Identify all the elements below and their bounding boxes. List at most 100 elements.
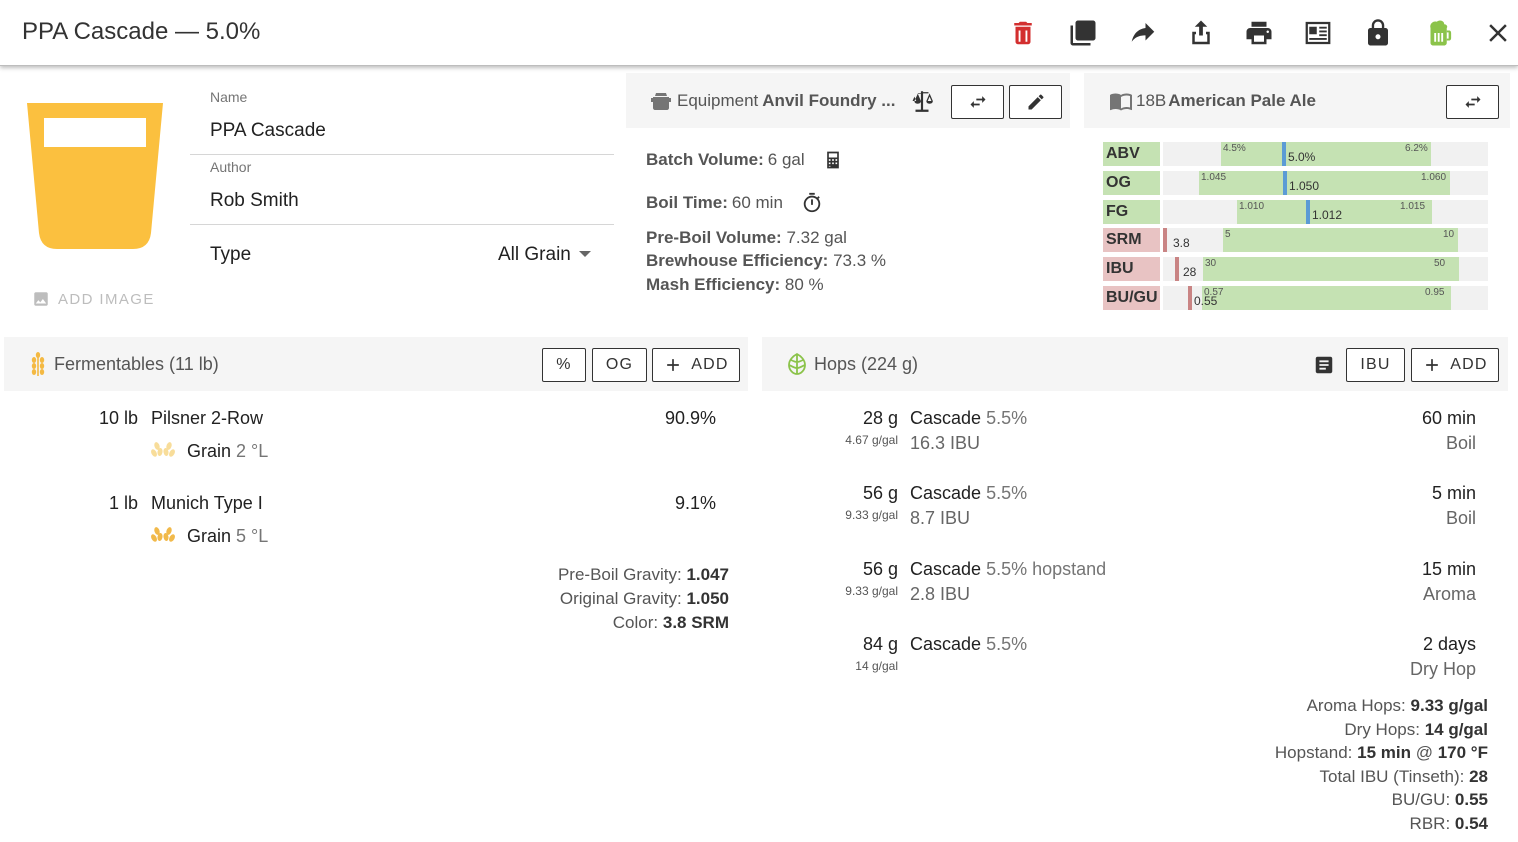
name-label: Name xyxy=(210,89,248,105)
notes-icon[interactable] xyxy=(1313,354,1335,381)
name-field[interactable]: PPA Cascade xyxy=(210,120,326,142)
swap-style-button[interactable] xyxy=(1446,85,1499,119)
edit-equipment-button[interactable] xyxy=(1009,85,1062,119)
export-icon[interactable] xyxy=(1184,16,1218,50)
page-title: PPA Cascade — 5.0% xyxy=(22,18,261,45)
fermentable-color: 2 °L xyxy=(236,441,269,461)
ibu-button[interactable]: IBU xyxy=(1346,348,1405,382)
image-icon xyxy=(34,292,48,306)
boil-time: Boil Time: 60 min xyxy=(646,192,823,214)
stat-name: SRM xyxy=(1103,228,1160,252)
hop-time: 2 days xyxy=(1422,634,1476,654)
grain-icon xyxy=(31,352,45,376)
equipment-title: Equipment Anvil Foundry ... xyxy=(649,89,895,113)
brew-sheet-icon[interactable] xyxy=(1301,16,1335,50)
fermentable-kind: Grain xyxy=(187,441,232,461)
fermentable-percent: 90.9% xyxy=(664,408,716,428)
add-hop-button[interactable]: ADD xyxy=(1411,348,1499,382)
delete-icon[interactable] xyxy=(1006,16,1040,50)
og-button-label: OG xyxy=(605,356,634,373)
hop-row[interactable]: 28 g 4.67 g/gal Cascade 5.5% 16.3 IBU 60… xyxy=(762,405,1508,467)
stat-row-ibu: IBU 30 50 28 xyxy=(1103,257,1488,281)
og-button[interactable]: OG xyxy=(592,348,647,382)
type-select[interactable]: All Grain xyxy=(498,244,591,266)
brewhouse-efficiency: Brewhouse Efficiency: 73.3 % xyxy=(646,251,886,271)
stat-range xyxy=(1202,286,1451,310)
hop-time: 15 min xyxy=(1421,559,1476,579)
bugu-label: BU/GU: xyxy=(1391,790,1451,810)
stat-range xyxy=(1221,142,1431,166)
stat-row-bugu: BU/GU 0.57 0.95 0.55 xyxy=(1103,286,1488,310)
percent-button[interactable]: % xyxy=(542,348,586,382)
batch-volume-value: 6 gal xyxy=(767,150,805,169)
copy-icon[interactable] xyxy=(1066,16,1100,50)
stat-low: 4.5% xyxy=(1223,143,1246,154)
stat-name: ABV xyxy=(1103,142,1160,166)
scale-icon[interactable] xyxy=(909,88,937,114)
bugu-value: 0.55 xyxy=(1454,790,1488,810)
share-icon[interactable] xyxy=(1126,16,1160,50)
hop-rate: 14 g/gal xyxy=(855,659,898,673)
swap-equipment-button[interactable] xyxy=(951,85,1004,119)
hop-rate: 4.67 g/gal xyxy=(845,433,898,447)
dry-hops-value: 14 g/gal xyxy=(1424,719,1488,739)
mash-efficiency-value: 80 % xyxy=(784,275,824,294)
fermentable-row[interactable]: 1 lb Munich Type I 9.1% Grain 5 °L xyxy=(0,490,740,550)
lock-icon[interactable] xyxy=(1361,16,1395,50)
add-fermentable-label: ADD xyxy=(691,356,729,373)
color-label: Color: xyxy=(612,613,659,632)
hop-row[interactable]: 84 g 14 g/gal Cascade 5.5% 2 days Dry Ho… xyxy=(762,631,1508,693)
stat-value: 3.8 xyxy=(1173,236,1190,250)
print-icon[interactable] xyxy=(1242,16,1276,50)
hop-use: Boil xyxy=(1445,433,1476,453)
original-gravity-label: Original Gravity: xyxy=(559,589,682,608)
stat-value: 1.050 xyxy=(1289,179,1320,193)
stat-value: 0.55 xyxy=(1194,294,1218,308)
pre-boil-volume: Pre-Boil Volume: 7.32 gal xyxy=(646,228,847,248)
hop-alpha: 5.5% xyxy=(986,634,1028,654)
hop-row[interactable]: 56 g 9.33 g/gal Cascade 5.5% 8.7 IBU 5 m… xyxy=(762,480,1508,542)
hop-use: Aroma xyxy=(1422,584,1476,604)
author-underline xyxy=(190,224,614,225)
stat-high: 1.015 xyxy=(1400,201,1426,212)
stat-marker xyxy=(1163,228,1167,252)
pre-boil-gravity-value: 1.047 xyxy=(686,565,729,584)
fermentable-row[interactable]: 10 lb Pilsner 2-Row 90.9% Grain 2 °L xyxy=(0,405,740,465)
stat-name: IBU xyxy=(1103,257,1160,281)
app-bar: PPA Cascade — 5.0% xyxy=(0,0,1518,66)
aroma-hops-label: Aroma Hops: xyxy=(1306,696,1406,715)
stat-track: 1.010 1.015 1.012 xyxy=(1163,200,1488,224)
calculator-icon[interactable] xyxy=(823,150,843,170)
add-hop-label: ADD xyxy=(1450,356,1488,373)
brew-icon[interactable] xyxy=(1421,16,1455,50)
stat-marker xyxy=(1175,257,1179,281)
hop-row[interactable]: 56 g 9.33 g/gal Cascade 5.5% hopstand 2.… xyxy=(762,556,1508,618)
hop-alpha: 5.5% xyxy=(986,483,1028,503)
close-icon[interactable] xyxy=(1481,16,1515,50)
pre-boil-gravity-label: Pre-Boil Gravity: xyxy=(557,565,682,584)
pre-boil-volume-label: Pre-Boil Volume: xyxy=(646,228,782,247)
add-image-button[interactable]: ADD IMAGE xyxy=(32,290,155,308)
timer-icon[interactable] xyxy=(801,192,823,214)
author-field[interactable]: Rob Smith xyxy=(210,190,299,212)
boil-time-value: 60 min xyxy=(731,193,783,212)
hop-amount: 56 g xyxy=(862,559,898,579)
type-select-value: All Grain xyxy=(498,244,571,265)
hop-use: Dry Hop xyxy=(1409,659,1476,679)
hop-amount: 56 g xyxy=(862,483,898,503)
original-gravity: Original Gravity: 1.050 xyxy=(558,587,729,611)
rbr-label: RBR: xyxy=(1409,813,1451,833)
fermentable-amount: 1 lb xyxy=(108,493,138,513)
hop-name-line: Cascade 5.5% xyxy=(910,483,1027,504)
stat-track: 0.57 0.95 0.55 xyxy=(1163,286,1488,310)
stat-marker xyxy=(1306,200,1310,224)
hop-name-line: Cascade 5.5% hopstand xyxy=(910,559,1106,580)
beer-glass-image[interactable] xyxy=(27,103,163,251)
stat-range xyxy=(1203,257,1459,281)
hop-amount: 28 g xyxy=(862,408,898,428)
stat-high: 50 xyxy=(1434,258,1446,269)
color-summary: Color: 3.8 SRM xyxy=(558,611,729,635)
add-fermentable-button[interactable]: ADD xyxy=(652,348,740,382)
style-code: 18B xyxy=(1136,91,1167,110)
stat-range xyxy=(1223,228,1458,252)
